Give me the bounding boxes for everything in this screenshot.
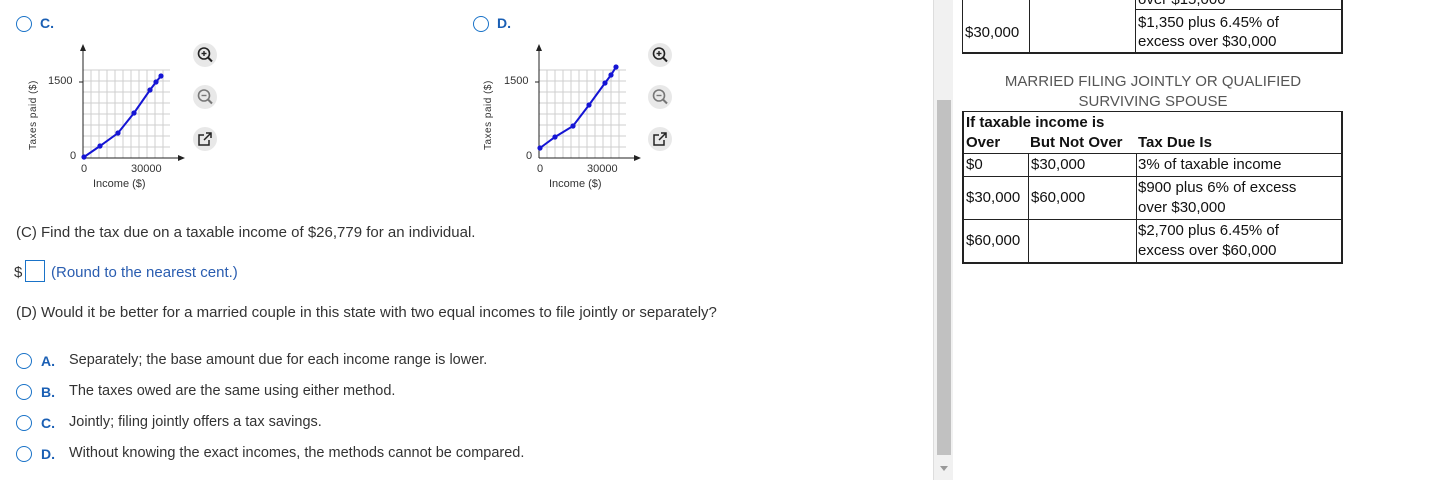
row3-tax-line1: $2,700 plus 6.45% of <box>1138 222 1279 239</box>
graph-d-ytick: 1500 <box>504 75 529 87</box>
row1-not-over: $30,000 <box>1031 156 1086 173</box>
married-heading-line2: SURVIVING SPOUSE <box>1078 93 1228 110</box>
single-tail-over: $30,000 <box>965 24 1020 41</box>
row1-tax: 3% of taxable income <box>1138 156 1282 173</box>
option-d-radio[interactable] <box>473 16 489 32</box>
vertical-scrollbar[interactable] <box>933 0 953 480</box>
external-link-icon <box>198 132 212 146</box>
rounding-hint: (Round to the nearest cent.) <box>51 264 238 281</box>
answer-c-letter: C. <box>41 415 55 431</box>
row2-tax-line1: $900 plus 6% of excess <box>1138 179 1297 196</box>
answer-b-letter: B. <box>41 384 55 400</box>
table-title: If taxable income is <box>966 114 1105 131</box>
answer-d-radio[interactable] <box>16 446 32 462</box>
answer-a-text[interactable]: Separately; the base amount due for each… <box>69 352 487 368</box>
col-header-tax: Tax Due Is <box>1138 134 1212 151</box>
single-tail-tax-line1: $1,350 plus 6.45% of <box>1138 14 1279 31</box>
scroll-down-arrow-icon[interactable] <box>940 466 948 471</box>
answer-c-text[interactable]: Jointly; filing jointly offers a tax sav… <box>69 414 322 430</box>
married-filing-table: If taxable income is Over But Not Over T… <box>962 111 1343 264</box>
zoom-out-icon <box>197 89 213 105</box>
graph-c-zoom-out-button[interactable] <box>193 85 217 109</box>
answer-b-radio[interactable] <box>16 384 32 400</box>
graph-d-expand-button[interactable] <box>648 127 672 151</box>
graph-c-xlabel: Income ($) <box>93 178 146 190</box>
scrollbar-thumb[interactable] <box>937 100 951 455</box>
single-table-tail: over $15,000 $30,000 $1,350 plus 6.45% o… <box>962 0 1343 54</box>
answer-c-radio[interactable] <box>16 415 32 431</box>
row3-over: $60,000 <box>966 232 1021 249</box>
row2-over: $30,000 <box>966 189 1021 206</box>
zoom-out-icon <box>652 89 668 105</box>
graph-d-ylabel: Taxes paid ($) <box>483 80 494 150</box>
graph-d-zoom-out-button[interactable] <box>648 85 672 109</box>
graph-c-expand-button[interactable] <box>193 127 217 151</box>
answer-d-text[interactable]: Without knowing the exact incomes, the m… <box>69 445 524 461</box>
graph-c <box>79 44 185 161</box>
married-heading-line1: MARRIED FILING JOINTLY OR QUALIFIED <box>1004 73 1302 90</box>
row1-over: $0 <box>966 156 983 173</box>
graph-c-zoom-in-button[interactable] <box>193 43 217 67</box>
option-d-letter: D. <box>497 15 511 31</box>
currency-symbol: $ <box>14 264 23 281</box>
answer-b-text[interactable]: The taxes owed are the same using either… <box>69 383 395 399</box>
answer-a-letter: A. <box>41 353 55 369</box>
option-c-letter: C. <box>40 15 54 31</box>
question-c-text: (C) Find the tax due on a taxable income… <box>16 224 476 241</box>
graph-d-xlabel: Income ($) <box>549 178 602 190</box>
graph-d <box>535 44 641 161</box>
tax-due-answer-input[interactable] <box>25 260 45 282</box>
single-tail-cut-text: over $15,000 <box>1138 0 1226 8</box>
row3-tax-line2: excess over $60,000 <box>1138 242 1277 259</box>
answer-d-letter: D. <box>41 446 55 462</box>
graph-c-ytick: 1500 <box>48 75 73 87</box>
graph-d-zoom-in-button[interactable] <box>648 43 672 67</box>
row2-tax-line2: over $30,000 <box>1138 199 1226 216</box>
col-header-over: Over <box>966 134 1001 151</box>
external-link-icon <box>653 132 667 146</box>
row2-not-over: $60,000 <box>1031 189 1086 206</box>
answer-a-radio[interactable] <box>16 353 32 369</box>
col-header-not-over: But Not Over <box>1030 134 1123 151</box>
graph-c-ylabel: Taxes paid ($) <box>28 80 39 150</box>
zoom-in-icon <box>197 47 213 63</box>
option-c-radio[interactable] <box>16 16 32 32</box>
zoom-in-icon <box>652 47 668 63</box>
question-d-text: (D) Would it be better for a married cou… <box>16 304 717 321</box>
single-tail-tax-line2: excess over $30,000 <box>1138 33 1277 50</box>
